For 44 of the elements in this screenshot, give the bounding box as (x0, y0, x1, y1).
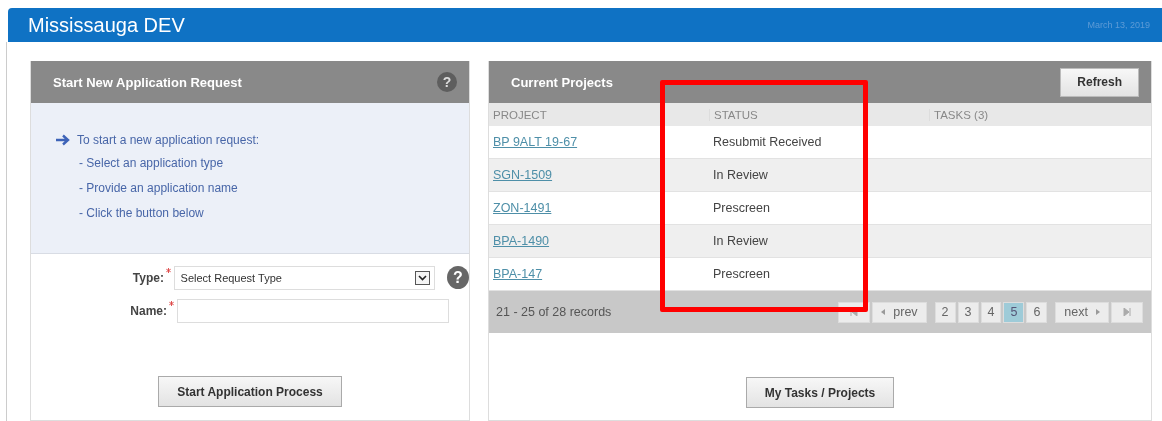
records-count: 21 - 25 of 28 records (496, 305, 612, 319)
project-link[interactable]: SGN-1509 (493, 168, 553, 182)
instruction-step: - Click the button below (79, 206, 469, 224)
project-link[interactable]: BPA-147 (493, 267, 543, 281)
column-header: TASKS (3) (929, 108, 1151, 121)
help-icon[interactable]: ? (446, 266, 469, 289)
page-button[interactable]: 2 (934, 301, 956, 323)
dropdown-icon (414, 270, 430, 285)
panel-title: Current Projects (511, 74, 613, 90)
help-icon[interactable]: ? (437, 72, 457, 92)
project-link[interactable]: BPA-1490 (493, 234, 550, 248)
field-label: Type: (131, 270, 164, 285)
start-application-button[interactable]: Start Application Process (158, 376, 342, 407)
arrow-icon (55, 134, 71, 146)
field-label: Name: (129, 303, 167, 318)
prev-button[interactable]: prev (872, 301, 927, 323)
my-tasks-button[interactable]: My Tasks / Projects (745, 377, 895, 408)
date-text: March 13, 2019 (1087, 20, 1150, 30)
status-cell-text: Prescreen (712, 201, 771, 215)
panel-title: Start New Application Request (53, 74, 242, 90)
instruction-step: - Provide an application name (79, 181, 469, 199)
left-triangle-icon (881, 309, 886, 315)
next-button[interactable]: next (1055, 301, 1109, 323)
project-link[interactable]: BP 9ALT 19-67 (493, 135, 578, 149)
last-page-button[interactable] (1111, 301, 1143, 323)
site-title: Mississauga DEV (28, 13, 185, 37)
column-header: STATUS (709, 108, 929, 121)
type-dropdown[interactable]: Select Request Type (173, 265, 435, 290)
column-header: PROJECT (492, 108, 548, 121)
project-link[interactable]: ZON-1491 (493, 201, 552, 215)
instruction-step: - Select an application type (79, 156, 469, 174)
status-cell-text: In Review (712, 168, 769, 182)
page-button[interactable]: 4 (980, 301, 1002, 323)
last-page-icon (1123, 308, 1131, 316)
instruction-text: To start a new application request: (77, 133, 260, 147)
refresh-button[interactable]: Refresh (1060, 67, 1139, 97)
right-triangle-icon (1096, 309, 1100, 315)
page-button[interactable]: 3 (957, 301, 979, 323)
name-field[interactable] (177, 298, 449, 323)
page-button[interactable]: 5 (1003, 301, 1025, 323)
page-button[interactable]: 6 (1026, 301, 1048, 323)
status-cell-text: In Review (712, 234, 769, 248)
status-cell-text: Resubmit Received (712, 135, 823, 149)
status-cell-text: Prescreen (712, 267, 771, 281)
